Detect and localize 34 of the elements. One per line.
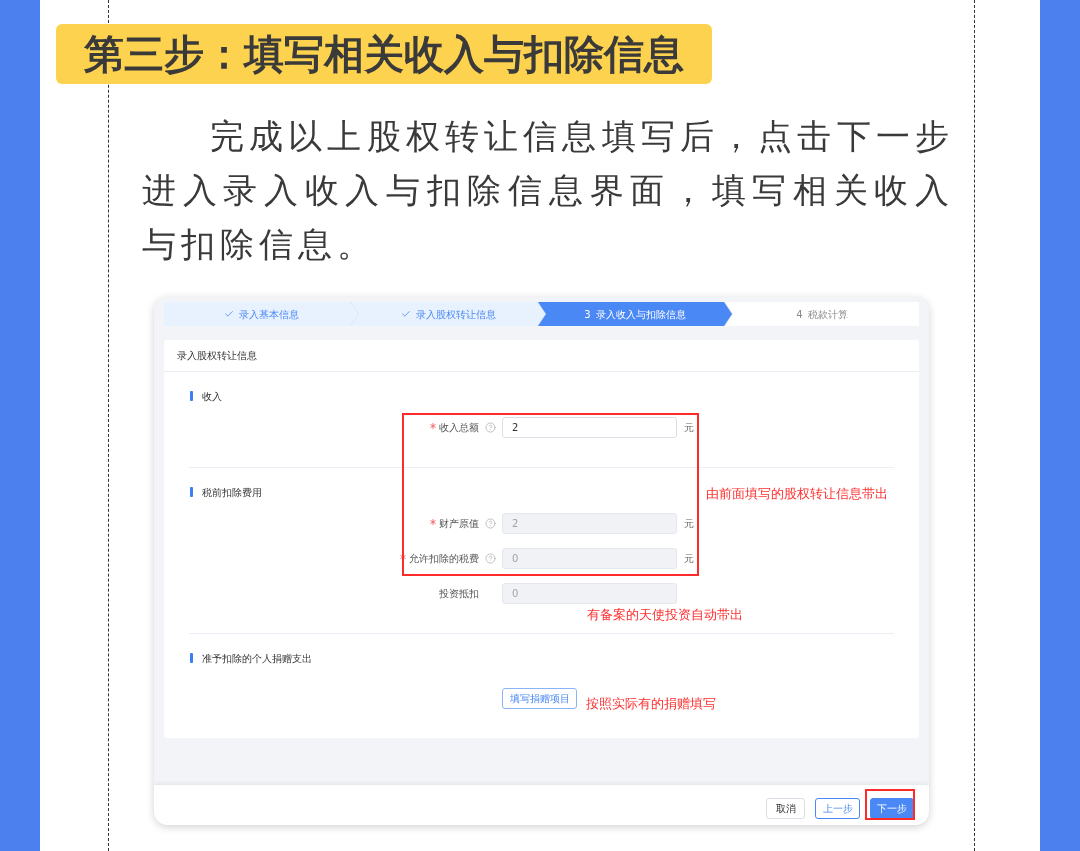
step-label: 录入股权转让信息 bbox=[415, 307, 496, 322]
unit-label: 元 bbox=[684, 517, 694, 531]
section-marker-icon bbox=[190, 487, 193, 497]
highlight-frame bbox=[865, 789, 915, 820]
annotation-note: 按照实际有的捐赠填写 bbox=[586, 696, 716, 712]
annotation-note: 有备案的天使投资自动带出 bbox=[587, 607, 743, 623]
field-label: 财产原值 bbox=[439, 517, 479, 531]
card-title: 录入股权转让信息 bbox=[177, 349, 257, 363]
step-label: 税款计算 bbox=[807, 307, 848, 322]
section-marker-icon bbox=[190, 653, 193, 663]
section-title: 税前扣除费用 bbox=[202, 485, 262, 500]
section-title: 收入 bbox=[202, 389, 222, 404]
section-title: 准予扣除的个人捐赠支出 bbox=[202, 651, 312, 666]
field-label: 投资抵扣 bbox=[439, 587, 479, 601]
donation-items-button[interactable]: 填写捐赠项目 bbox=[502, 688, 577, 709]
check-icon bbox=[223, 309, 234, 319]
field-label: 收入总额 bbox=[439, 421, 479, 435]
step-number: 3 bbox=[584, 307, 591, 322]
intro-paragraph: 完成以上股权转让信息填写后，点击下一步进入录入收入与扣除信息界面，填写相关收入与扣除信息。 bbox=[142, 115, 954, 266]
unit-label: 元 bbox=[684, 421, 694, 435]
help-icon[interactable] bbox=[485, 422, 496, 433]
previous-button[interactable]: 上一步 bbox=[815, 798, 860, 819]
section-marker-icon bbox=[190, 391, 193, 401]
amount-input[interactable]: 2 bbox=[502, 417, 677, 438]
title-banner: 第三步：填写相关收入与扣除信息 bbox=[56, 24, 712, 84]
annotation-note: 由前面填写的股权转让信息带出 bbox=[706, 486, 888, 502]
step-label: 录入基本信息 bbox=[238, 307, 299, 322]
check-icon bbox=[400, 309, 411, 319]
unit-label: 元 bbox=[684, 552, 694, 566]
step-number: 4 bbox=[796, 307, 803, 322]
next-button[interactable]: 下一步 bbox=[870, 798, 914, 819]
step-label: 录入收入与扣除信息 bbox=[595, 307, 686, 322]
field-label: 允许扣除的税费 bbox=[409, 552, 479, 566]
cancel-button[interactable]: 取消 bbox=[766, 798, 805, 819]
